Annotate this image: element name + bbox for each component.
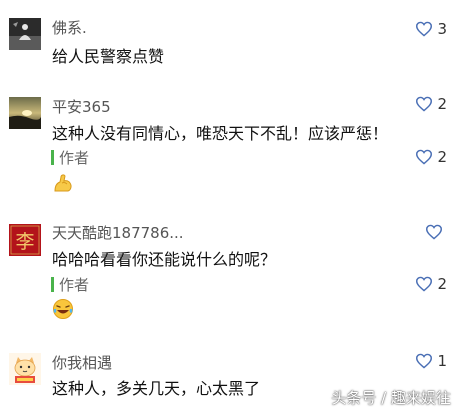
cartoon-cat-avatar-icon: [9, 353, 41, 385]
like-count: 2: [437, 95, 447, 113]
comment-text: 这种人，多关几天，心太黑了: [52, 379, 261, 398]
avatar[interactable]: [9, 18, 41, 50]
meditation-avatar-icon: [9, 18, 41, 50]
like-count: 3: [437, 20, 447, 38]
author-tag: 作者: [59, 148, 90, 167]
avatar-seal-text: 李: [15, 231, 35, 253]
heart-icon: [416, 96, 433, 112]
avatar[interactable]: [9, 97, 41, 129]
comment-list: 佛系. 给人民警察点赞 3 平安365 这种人没有同情心，唯恐天下不乱！应该严惩…: [0, 0, 463, 412]
heart-icon: [416, 149, 433, 165]
like-count: 1: [437, 352, 447, 370]
avatar[interactable]: 李: [9, 224, 41, 256]
comment-text: 这种人没有同情心，唯恐天下不乱！应该严惩！: [52, 124, 389, 143]
like-button[interactable]: 1: [415, 351, 447, 371]
comment-text: 给人民警察点赞: [52, 47, 165, 66]
heart-icon: [416, 276, 433, 292]
heart-icon: [416, 21, 433, 37]
laughing-tears-emoji-icon: [52, 298, 74, 320]
heart-icon: [416, 353, 433, 369]
flexed-arm-emoji-icon: [52, 172, 74, 194]
comment-username[interactable]: 平安365: [52, 96, 111, 117]
comment-text: 哈哈哈看看你还能说什么的呢？: [52, 250, 277, 269]
like-count: 2: [437, 275, 447, 293]
heart-icon: [425, 224, 443, 240]
like-button[interactable]: 3: [415, 19, 447, 39]
author-reply-label: 作者: [51, 275, 90, 294]
comment-username[interactable]: 天天酷跑187786...: [52, 222, 184, 243]
sunset-avatar-icon: [9, 97, 41, 129]
author-reply-label: 作者: [51, 148, 90, 167]
like-button[interactable]: 2: [415, 274, 447, 294]
comment-username[interactable]: 你我相遇: [52, 352, 112, 373]
like-count: 2: [437, 148, 447, 166]
like-button[interactable]: [425, 222, 447, 242]
like-button[interactable]: 2: [415, 147, 447, 167]
author-tag: 作者: [59, 275, 90, 294]
reply-bar: [51, 149, 54, 165]
avatar[interactable]: [9, 353, 41, 385]
reply-bar: [51, 276, 54, 292]
like-button[interactable]: 2: [415, 94, 447, 114]
comment-username[interactable]: 佛系.: [52, 17, 87, 38]
source-watermark: 头条号 / 趣来娱往: [331, 389, 451, 407]
